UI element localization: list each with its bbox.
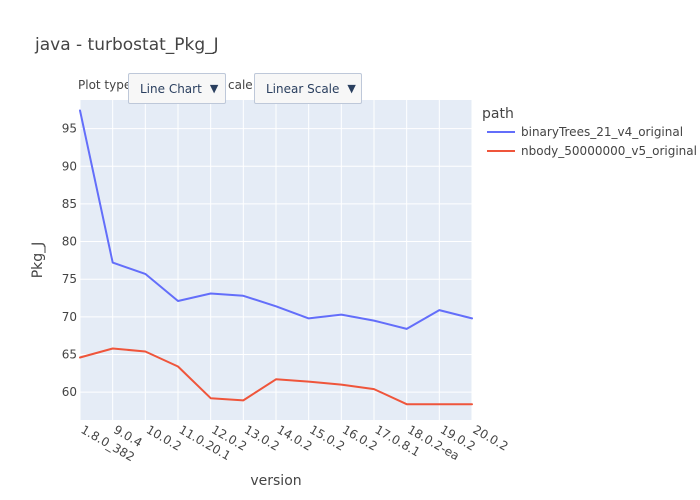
- plot-type-label: Plot type: [78, 78, 132, 92]
- x-tick-label: 10.0.2: [144, 422, 184, 453]
- x-axis-title: version: [250, 473, 301, 489]
- chart-title: java - turbostat_Pkg_J: [34, 35, 219, 55]
- x-tick-label: 14.0.2: [275, 422, 315, 453]
- legend-title: path: [482, 106, 514, 122]
- plot-type-value: Line Chart: [140, 81, 202, 96]
- y-tick-label: 60: [62, 385, 77, 399]
- y-tick-label: 85: [62, 197, 77, 211]
- scale-value: Linear Scale: [266, 81, 340, 96]
- x-tick-label: 20.0.2: [471, 422, 511, 453]
- y-tick-label: 80: [62, 235, 77, 249]
- scale-label: cale:: [228, 78, 257, 92]
- scale-dropdown[interactable]: Linear Scale ▼: [254, 73, 362, 104]
- plot-type-dropdown[interactable]: Line Chart ▼: [128, 73, 226, 104]
- x-axis-ticks: 1.8.0_3829.0.4 10.0.211.0.20.112.0.213.0.…: [79, 422, 511, 464]
- y-tick-label: 70: [62, 310, 77, 324]
- legend-entry: binaryTrees_21_v4_original: [521, 125, 683, 139]
- chevron-down-icon: ▼: [347, 82, 356, 95]
- y-axis-ticks: 60 65 70 75 80 85 90 95: [62, 122, 77, 400]
- chevron-down-icon: ▼: [209, 82, 219, 95]
- x-tick-label: 13.0.2: [242, 422, 282, 453]
- y-tick-label: 90: [62, 159, 77, 173]
- legend-entry: nbody_50000000_v5_original: [521, 144, 697, 158]
- x-tick-label: 16.0.2: [340, 422, 380, 453]
- y-tick-label: 95: [62, 122, 77, 136]
- y-axis-title: Pkg_J: [30, 242, 46, 279]
- legend: path binaryTrees_21_v4_original nbody_500…: [482, 106, 697, 158]
- y-tick-label: 65: [62, 347, 77, 361]
- x-tick-label: 15.0.2: [307, 422, 347, 453]
- y-tick-label: 75: [62, 272, 77, 286]
